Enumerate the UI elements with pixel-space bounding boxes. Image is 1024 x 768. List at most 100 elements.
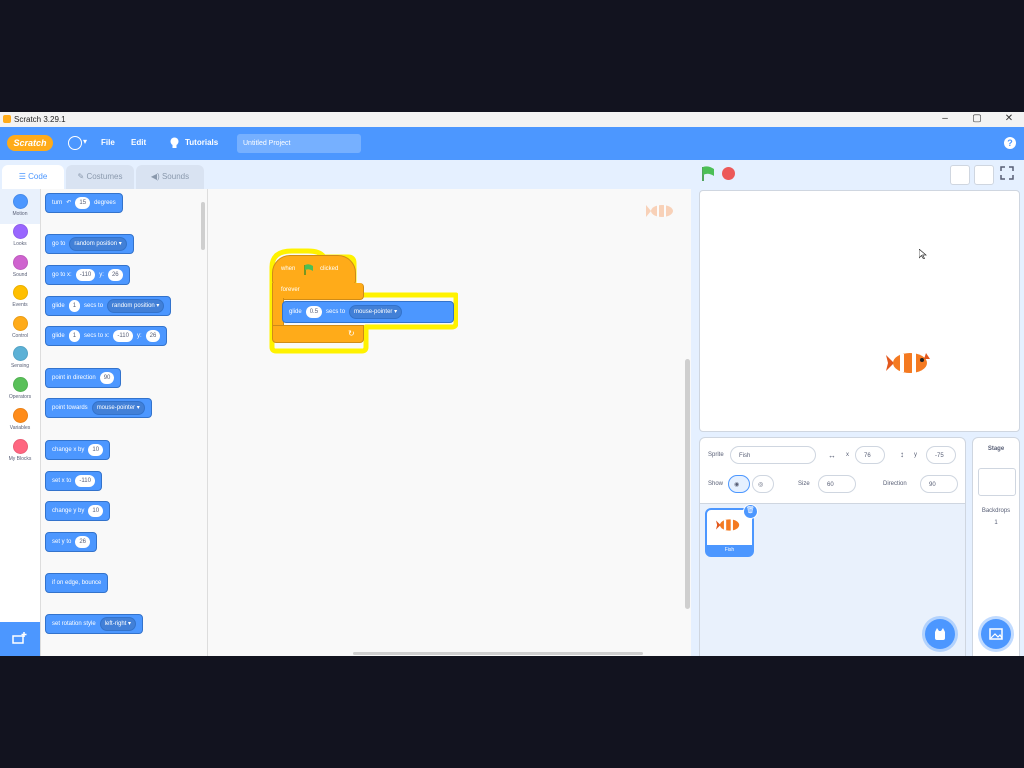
sprite-thumbnail[interactable]: Fish 🗑 <box>705 504 758 557</box>
block-input[interactable]: 1 <box>68 330 81 342</box>
change-y-block[interactable]: change y by 10 <box>45 501 111 521</box>
edit-menu[interactable]: Edit <box>131 138 146 147</box>
rotation-style-block[interactable]: set rotation style left-right ▾ <box>45 614 144 634</box>
category-looks[interactable]: Looks <box>0 224 40 247</box>
clownfish-sprite[interactable] <box>886 349 932 377</box>
menu-bar: Scratch ▾ File Edit Tutorials Untitled P… <box>0 127 1024 160</box>
fullscreen-icon[interactable] <box>1000 166 1014 180</box>
block-text: change y by <box>52 508 85 514</box>
maximize-button[interactable]: ▢ <box>962 113 992 126</box>
category-label: Sound <box>12 272 28 278</box>
workspace-horizontal-scrollbar[interactable] <box>353 652 643 655</box>
block-input[interactable]: 10 <box>88 444 104 456</box>
block-input[interactable]: -110 <box>75 269 96 281</box>
backdrops-count: 1 <box>994 520 998 526</box>
block-input[interactable]: 15 <box>75 197 91 209</box>
choose-sprite-button[interactable] <box>925 619 955 649</box>
stage-canvas[interactable] <box>699 190 1020 432</box>
tab-costumes[interactable]: ✎ Costumes <box>66 165 134 189</box>
block-input[interactable]: 1 <box>68 300 81 312</box>
add-extension-button[interactable] <box>0 622 40 656</box>
language-globe-icon[interactable] <box>68 136 82 150</box>
block-input[interactable]: 26 <box>107 269 123 281</box>
turn-block[interactable]: turn ↶ 15 degrees <box>45 193 123 213</box>
x-position-input[interactable]: 76 <box>855 446 885 464</box>
mouse-cursor-icon <box>919 249 927 259</box>
delete-sprite-button[interactable]: 🗑 <box>743 504 758 519</box>
small-stage-button[interactable] <box>950 165 970 185</box>
block-input[interactable]: -110 <box>113 330 133 342</box>
forever-bottom: ↻ <box>272 325 364 343</box>
help-icon[interactable]: ? <box>1004 137 1016 149</box>
glide-to-block[interactable]: glide 1 secs to random position ▾ <box>45 296 172 316</box>
block-dropdown[interactable]: left-right ▾ <box>99 617 137 631</box>
set-x-block[interactable]: set x to -110 <box>45 471 102 491</box>
category-control[interactable]: Control <box>0 316 40 339</box>
block-text: go to <box>52 241 66 247</box>
bounce-block[interactable]: if on edge, bounce <box>45 573 109 593</box>
show-hidden-button[interactable]: ◎ <box>752 475 774 493</box>
tutorials-menu[interactable]: Tutorials <box>185 138 218 147</box>
stop-button[interactable] <box>722 167 735 180</box>
code-workspace[interactable]: when clicked forever glide 0.5 secs to m… <box>208 189 691 656</box>
block-dropdown[interactable]: mouse-pointer ▾ <box>91 401 145 415</box>
when-flag-clicked-hat-block[interactable]: when clicked <box>272 255 356 285</box>
project-title-input[interactable]: Untitled Project <box>237 134 361 153</box>
block-input[interactable]: 10 <box>88 505 104 517</box>
scratch-logo[interactable]: Scratch <box>7 135 53 151</box>
category-label: My Blocks <box>8 456 32 462</box>
category-my-blocks[interactable]: My Blocks <box>0 439 40 462</box>
size-label: Size <box>798 481 810 487</box>
category-motion[interactable]: Motion <box>0 189 40 224</box>
size-input[interactable]: 60 <box>818 475 856 493</box>
block-text: point in direction <box>52 375 96 381</box>
point-towards-block[interactable]: point towards mouse-pointer ▾ <box>45 398 152 418</box>
file-menu[interactable]: File <box>101 138 115 147</box>
category-label: Operators <box>8 394 32 400</box>
direction-input[interactable]: 90 <box>920 475 958 493</box>
stage-backdrop-thumbnail[interactable] <box>978 468 1016 496</box>
language-caret-icon[interactable]: ▾ <box>83 137 87 146</box>
tab-code[interactable]: ☰ Code <box>2 165 64 189</box>
goto-xy-block[interactable]: go to x: -110 y: 26 <box>45 265 130 285</box>
minimize-button[interactable]: – <box>930 113 960 126</box>
category-operators[interactable]: Operators <box>0 377 40 400</box>
change-x-block[interactable]: change x by 10 <box>45 440 111 460</box>
block-input[interactable]: 26 <box>145 330 161 342</box>
stage-target-panel[interactable]: Stage Backdrops 1 <box>972 437 1020 656</box>
block-dropdown[interactable]: random position ▾ <box>107 299 165 313</box>
close-window-button[interactable]: ✕ <box>994 113 1024 126</box>
forever-block[interactable]: forever <box>272 283 364 300</box>
hat-when-text: when <box>281 266 296 272</box>
block-dropdown[interactable]: random position ▾ <box>69 237 127 251</box>
eye-slash-icon: ◎ <box>758 482 764 488</box>
block-text: glide <box>52 303 65 309</box>
trash-icon: 🗑 <box>746 507 755 514</box>
block-dropdown[interactable]: mouse-pointer ▾ <box>349 305 403 319</box>
green-flag-icon[interactable] <box>700 166 716 182</box>
glide-xy-block[interactable]: glide 1 secs to x: -110 y: 26 <box>45 326 168 346</box>
sprite-name-input[interactable]: Fish <box>730 446 816 464</box>
scratch-window: Scratch 3.29.1 – ▢ ✕ Scratch ▾ File Edit… <box>0 112 1024 656</box>
block-input[interactable]: 0.5 <box>305 306 323 318</box>
goto-block[interactable]: go to random position ▾ <box>45 234 134 254</box>
vertical-arrows-icon: ↕ <box>900 450 904 459</box>
y-position-input[interactable]: -75 <box>926 446 956 464</box>
large-stage-button[interactable] <box>974 165 994 185</box>
workspace-vertical-scrollbar[interactable] <box>685 359 690 609</box>
point-direction-block[interactable]: point in direction 90 <box>45 368 122 388</box>
block-input[interactable]: 26 <box>75 536 91 548</box>
block-input[interactable]: -110 <box>75 475 95 487</box>
choose-backdrop-button[interactable] <box>981 619 1011 649</box>
show-visible-button[interactable]: ◉ <box>728 475 750 493</box>
palette-scrollbar[interactable] <box>201 202 205 250</box>
category-events[interactable]: Events <box>0 285 40 308</box>
category-variables[interactable]: Variables <box>0 408 40 431</box>
operators-dot-icon <box>12 377 28 392</box>
category-sensing[interactable]: Sensing <box>0 346 40 369</box>
category-sound[interactable]: Sound <box>0 255 40 278</box>
block-input[interactable]: 90 <box>99 372 115 384</box>
tab-sounds[interactable]: ◀) Sounds <box>136 165 204 189</box>
set-y-block[interactable]: set y to 26 <box>45 532 98 552</box>
glide-to-mouse-block[interactable]: glide 0.5 secs to mouse-pointer ▾ <box>282 301 454 323</box>
